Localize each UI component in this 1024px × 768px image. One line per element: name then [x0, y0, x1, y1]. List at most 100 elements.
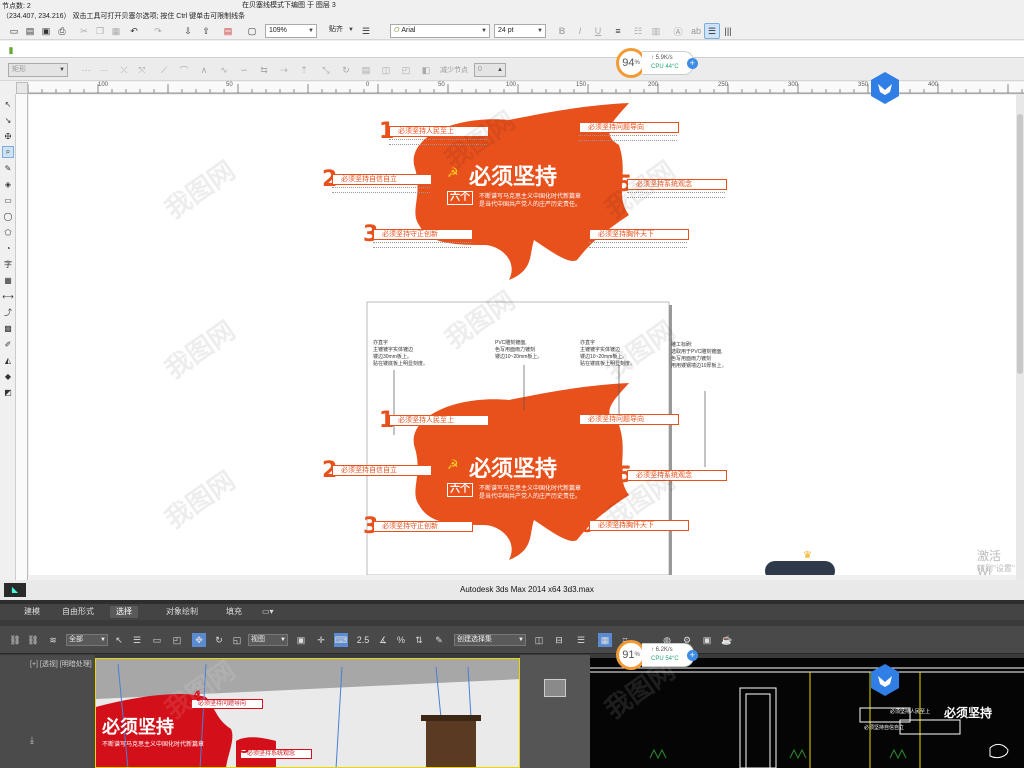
- unlink-icon[interactable]: ⛓: [26, 633, 40, 647]
- snap-combo[interactable]: 贴齐 ▼: [326, 24, 356, 38]
- bird-icon[interactable]: [870, 72, 900, 104]
- outline-tool-icon[interactable]: ◭: [2, 354, 14, 366]
- stretch-icon[interactable]: ⤡: [318, 62, 334, 78]
- freehand-tool-icon[interactable]: ✎: [2, 162, 14, 174]
- drawing-canvas[interactable]: 必须坚持 ☭ 六个 不断谱写马克思主义中国化时代新篇章 是当代中国共产党人的庄严…: [29, 95, 1016, 575]
- zoom-level-combo[interactable]: 109% ▼: [265, 24, 317, 38]
- font-size-combo[interactable]: 24 pt ▼: [494, 24, 546, 38]
- mirror-icon[interactable]: ◫: [532, 633, 546, 647]
- right-viewport[interactable]: 必须坚持 必须坚持人民至上 必须坚持自信自立: [590, 658, 1024, 768]
- selection-region-icon[interactable]: ▭: [150, 633, 164, 647]
- tab-selection[interactable]: 选择: [110, 606, 138, 618]
- select-all-nodes-icon[interactable]: ◰: [398, 62, 414, 78]
- boost-icon[interactable]: +: [686, 650, 698, 661]
- tab-more-icon[interactable]: ▭▾: [256, 606, 280, 618]
- paste-icon[interactable]: ▦: [108, 23, 124, 39]
- fullscreen-icon[interactable]: ▢: [244, 23, 260, 39]
- publish-pdf-icon[interactable]: ▤: [220, 23, 236, 39]
- reduce-nodes-input[interactable]: 0 ▲: [474, 63, 506, 77]
- performance-widget-bottom[interactable]: 91% ↑ 6.2K/s CPU 54°C +: [616, 640, 698, 670]
- align-node-icon[interactable]: ▤: [358, 62, 374, 78]
- named-selection-combo[interactable]: 创建选择集 ▼: [454, 634, 526, 646]
- select-rotate-icon[interactable]: ↻: [212, 633, 226, 647]
- graphite-tools-icon[interactable]: ▦: [598, 633, 612, 647]
- smart-fill-icon[interactable]: ◈: [2, 178, 14, 190]
- viewcube-icon[interactable]: [544, 679, 566, 697]
- angle-snap-icon[interactable]: ∡: [376, 633, 390, 647]
- dimension-tool-icon[interactable]: ⟷: [2, 290, 14, 302]
- ellipse-tool-icon[interactable]: ◯: [2, 210, 14, 222]
- edit-named-selection-icon[interactable]: ✎: [432, 633, 446, 647]
- keyboard-shortcut-icon[interactable]: ⌨: [334, 633, 348, 647]
- italic-icon[interactable]: I: [572, 23, 588, 39]
- select-move-icon[interactable]: ✥: [192, 633, 206, 647]
- max-logo-icon[interactable]: ◣: [4, 583, 26, 597]
- dropcap-icon[interactable]: ▥: [648, 23, 664, 39]
- select-object-icon[interactable]: ↖: [112, 633, 126, 647]
- underline-icon[interactable]: U: [590, 23, 606, 39]
- text-tool-icon[interactable]: 字: [2, 258, 14, 270]
- tab-modeling[interactable]: 建模: [18, 606, 46, 618]
- symmetric-icon[interactable]: ∽: [236, 62, 252, 78]
- pick-tool-icon[interactable]: ↖: [2, 98, 14, 110]
- node-join-icon[interactable]: ⤫: [116, 62, 132, 78]
- bind-spacewarp-icon[interactable]: ≋: [46, 633, 60, 647]
- interactive-fill-icon[interactable]: ◩: [2, 386, 14, 398]
- rectangle-tool-icon[interactable]: ▭: [2, 194, 14, 206]
- node-delete-icon[interactable]: ⋯: [96, 62, 112, 78]
- table-tool-icon[interactable]: ▦: [2, 274, 14, 286]
- connector-tool-icon[interactable]: ⤴: [2, 306, 14, 318]
- select-by-name-icon[interactable]: ☰: [130, 633, 144, 647]
- options-icon[interactable]: ☰: [358, 23, 374, 39]
- tab-object-paint[interactable]: 对象绘制: [160, 606, 204, 618]
- reference-coordinate-combo[interactable]: 视图 ▼: [248, 634, 288, 646]
- vertical-text-icon[interactable]: |||: [720, 23, 736, 39]
- snap-toggle-icon[interactable]: 2.5: [356, 633, 370, 647]
- selection-filter-combo[interactable]: 全部 ▼: [66, 634, 108, 646]
- percent-snap-icon[interactable]: %: [394, 633, 408, 647]
- copy-icon[interactable]: ❐: [92, 23, 108, 39]
- bullet-icon[interactable]: ☷: [630, 23, 646, 39]
- render-icon[interactable]: ☕: [720, 633, 734, 647]
- extract-icon[interactable]: ⇡: [296, 62, 312, 78]
- fill-tool-icon[interactable]: ◆: [2, 370, 14, 382]
- align-icon[interactable]: ⊟: [552, 633, 566, 647]
- rotate-node-icon[interactable]: ↻: [338, 62, 354, 78]
- to-line-icon[interactable]: ⟋: [156, 62, 172, 78]
- print-icon[interactable]: ⎙: [54, 23, 70, 39]
- new-icon[interactable]: ▭: [6, 23, 22, 39]
- redo-icon[interactable]: ↷: [150, 23, 166, 39]
- font-name-combo[interactable]: O Arial ▼: [390, 24, 490, 38]
- tab-populate[interactable]: 填充: [220, 606, 248, 618]
- move-icon[interactable]: ✛: [314, 633, 328, 647]
- shape-mode-combo[interactable]: 矩形 ▼: [8, 63, 68, 77]
- ruler-origin[interactable]: [16, 82, 28, 94]
- eyedropper-tool-icon[interactable]: ✐: [2, 338, 14, 350]
- horizontal-text-icon[interactable]: ☰: [704, 23, 720, 39]
- select-scale-icon[interactable]: ◱: [230, 633, 244, 647]
- bold-icon[interactable]: B: [554, 23, 570, 39]
- align-icon[interactable]: ≡: [610, 23, 626, 39]
- cut-icon[interactable]: ✂: [76, 23, 92, 39]
- basic-shapes-icon[interactable]: ◔: [2, 242, 14, 254]
- shape-tool-icon[interactable]: ↘: [2, 114, 14, 126]
- save-icon[interactable]: ▣: [38, 23, 54, 39]
- link-icon[interactable]: ⛓: [8, 633, 22, 647]
- char-format-icon[interactable]: Ⓐ: [670, 23, 686, 39]
- import-icon[interactable]: ⇩: [180, 23, 196, 39]
- undo-icon[interactable]: ↶: [126, 23, 142, 39]
- vertical-scrollbar[interactable]: [1016, 94, 1024, 580]
- window-crossing-icon[interactable]: ◰: [170, 633, 184, 647]
- polygon-tool-icon[interactable]: ⬠: [2, 226, 14, 238]
- node-break-icon[interactable]: ⤧: [134, 62, 150, 78]
- perspective-viewport[interactable]: 必须坚持 不断谱写马克思主义中国化时代新篇章 必须坚持问题导向 4 必须坚持系统…: [95, 658, 520, 768]
- pivot-center-icon[interactable]: ▣: [294, 633, 308, 647]
- node-add-icon[interactable]: ⋯: [78, 62, 94, 78]
- export-icon[interactable]: ⇧: [198, 23, 214, 39]
- spinner-snap-icon[interactable]: ⇅: [412, 633, 426, 647]
- edit-text-icon[interactable]: ab: [688, 23, 704, 39]
- reverse-icon[interactable]: ⇆: [256, 62, 272, 78]
- bird-icon[interactable]: [870, 664, 900, 696]
- document-icon[interactable]: ▮: [3, 42, 19, 58]
- elastic-icon[interactable]: ◫: [378, 62, 394, 78]
